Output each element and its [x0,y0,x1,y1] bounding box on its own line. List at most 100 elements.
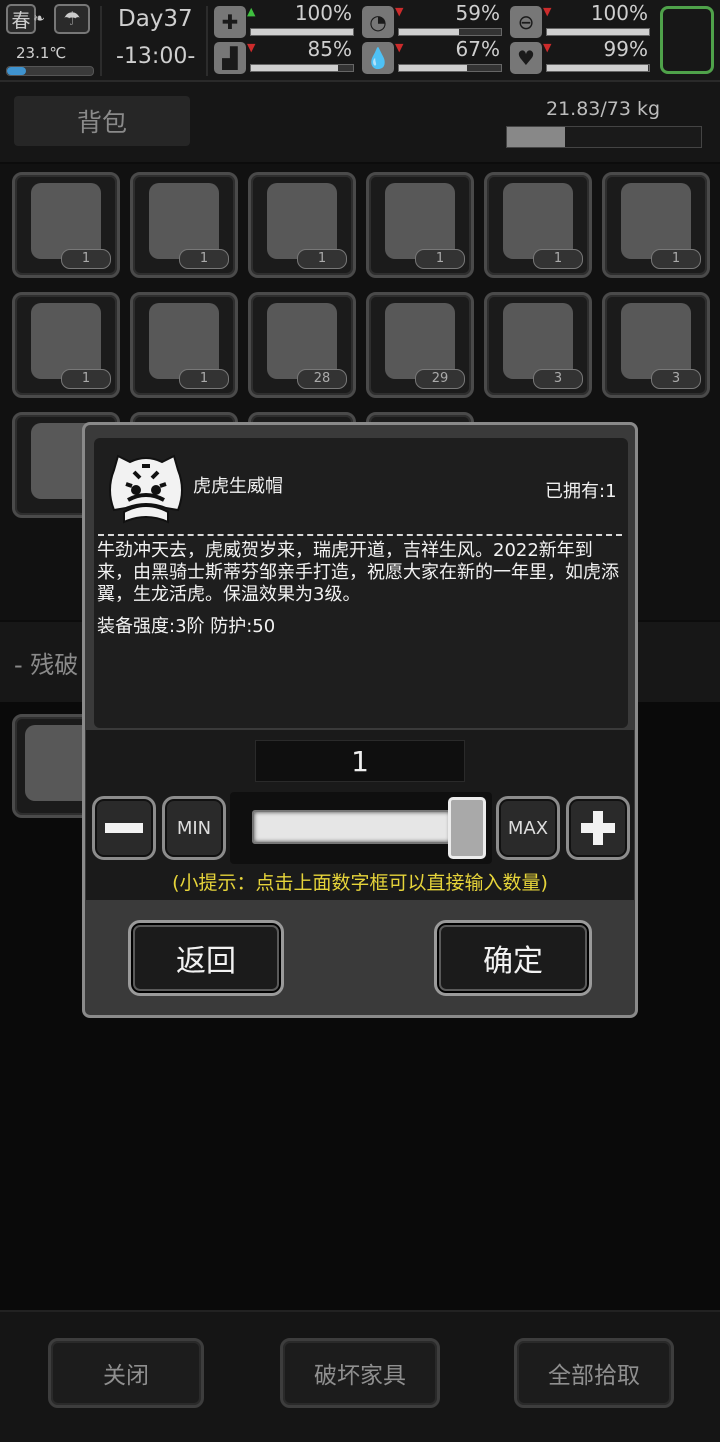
arrow-up-icon: ▲ [247,5,256,18]
status-bar: 春 ❧ ☂ 23.1℃ Day37 -13:00- ✚ ▲ 100% ◔ ▼ 59% ⊖ ▼ 1… [0,0,720,82]
day-counter: Day37 [118,6,193,32]
arrow-down-icon: ▼ [543,41,552,54]
max-button[interactable]: MAX [496,796,560,860]
inventory-slot[interactable]: 1 [602,172,710,278]
item-count: 3 [533,369,583,389]
temperature-bar [6,66,94,76]
inventory-slot[interactable]: 3 [484,292,592,398]
item-count: 1 [651,249,701,269]
inventory-slot[interactable]: 28 [248,292,356,398]
arrow-down-icon: ▼ [395,41,404,54]
stat-energy: ⊖ ▼ 100% [510,1,650,40]
item-count: 1 [179,249,229,269]
divider [98,534,622,536]
item-count: 1 [533,249,583,269]
item-count: 28 [297,369,347,389]
stat-mood: ♥ ▼ 99% [510,37,650,76]
stat-health: ✚ ▲ 100% [214,1,354,40]
item-count: 29 [415,369,465,389]
stat-bar [398,28,502,36]
pickup-all-button[interactable]: 全部拾取 [514,1338,674,1408]
arrow-down-icon: ▼ [543,5,552,18]
minus-icon [105,823,143,833]
plus-icon [581,811,615,845]
owned-count: 已拥有:1 [545,481,617,502]
item-description: 牛劲冲天去，虎威贺岁来，瑞虎开道，吉祥生风。2022新年到来，由黑骑士斯蒂芬邹亲… [97,540,619,605]
axe-icon [385,183,455,259]
inventory-slot[interactable]: 1 [130,292,238,398]
confirm-button[interactable]: 确定 [434,920,592,996]
backpack-tab[interactable]: 背包 [14,96,190,146]
leaf-icon: ❧ [33,11,45,27]
game-clock: -13:00- [116,44,196,69]
stat-value: 99% [603,37,648,61]
equipped-slot[interactable] [660,6,714,74]
season-label: 春 [11,9,31,32]
slider-thumb[interactable] [448,797,486,859]
stat-bar [546,28,650,36]
stat-value: 59% [455,1,500,25]
boot-icon: ▟ [214,42,246,74]
weight-bar [506,126,702,148]
divider [100,6,102,76]
inventory-slot[interactable]: 1 [484,172,592,278]
stat-value: 67% [455,37,500,61]
destroy-furniture-button[interactable]: 破坏家具 [280,1338,440,1408]
increment-button[interactable] [566,796,630,860]
tiger-hat-icon [104,450,188,528]
decrement-button[interactable] [92,796,156,860]
heart-icon: ♥ [510,42,542,74]
inventory-slot[interactable]: 3 [602,292,710,398]
item-count: 1 [297,249,347,269]
helmet-icon [149,303,219,379]
min-button[interactable]: MIN [162,796,226,860]
inventory-slot[interactable]: 1 [248,172,356,278]
stomach-icon: ◔ [362,6,394,38]
nail-gun-icon [267,183,337,259]
ruins-label: - 残破 [14,651,79,679]
stat-value: 100% [294,1,352,25]
divider [206,6,208,76]
item-name: 虎虎生威帽 [193,476,283,497]
capsule-icon: ⊖ [510,6,542,38]
temperature: 23.1℃ [16,44,67,62]
nails-icon [267,303,337,379]
water-drop-icon: 💧 [362,42,394,74]
close-button[interactable]: 关闭 [48,1338,204,1408]
inventory-slot[interactable]: 29 [366,292,474,398]
arrow-down-icon: ▼ [395,5,404,18]
stat-bar [250,64,354,72]
weight-label: 21.83/73 kg [546,98,661,120]
back-button[interactable]: 返回 [128,920,284,996]
water-bottle-icon [621,303,691,379]
item-count: 1 [61,369,111,389]
backpack-icon [31,183,101,259]
stat-bar [546,64,650,72]
item-count: 1 [415,249,465,269]
stat-thirst: 💧 ▼ 67% [362,37,502,76]
inventory-slot[interactable]: 1 [130,172,238,278]
inventory-slot[interactable]: 1 [12,292,120,398]
cloak-icon [31,303,101,379]
hint-text: (小提示：点击上面数字框可以直接输入数量) [172,872,548,894]
arrow-down-icon: ▼ [247,41,256,54]
slider-track[interactable] [252,810,452,844]
item-stats: 装备强度:3阶 防护:50 [97,616,276,637]
gloves-icon [621,183,691,259]
inventory-slot[interactable]: 1 [366,172,474,278]
item-count: 3 [651,369,701,389]
item-count: 1 [61,249,111,269]
stat-hunger: ◔ ▼ 59% [362,1,502,40]
item-count: 1 [179,369,229,389]
stat-bar [250,28,354,36]
medkit-icon: ✚ [214,6,246,38]
rain-cloud-icon: ☂ [54,4,90,34]
rope-icon [503,303,573,379]
stat-value: 85% [307,37,352,61]
stat-stamina: ▟ ▼ 85% [214,37,354,76]
stat-value: 100% [590,1,648,25]
armor-plate-icon [503,183,573,259]
crossbow-icon [149,183,219,259]
inventory-slot[interactable]: 1 [12,172,120,278]
quantity-input[interactable]: 1 [255,740,465,782]
